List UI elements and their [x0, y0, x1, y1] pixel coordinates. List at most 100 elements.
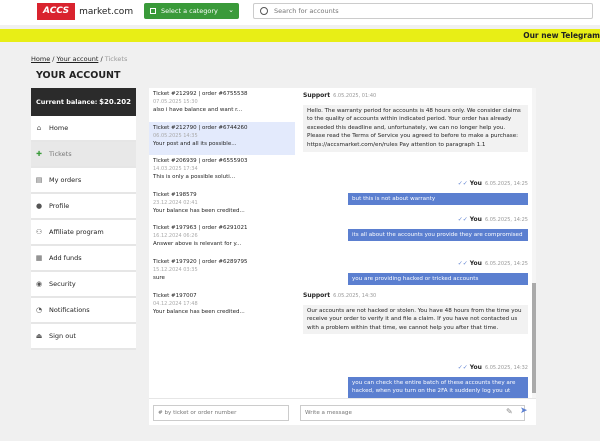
- sidebar-item-label: Home: [49, 124, 69, 132]
- message-time: 6.05.2025, 14:32: [484, 365, 528, 371]
- message-text: you are providing hacked or tricked acco…: [348, 272, 528, 286]
- breadcrumb: Home / Your account / Tickets: [31, 55, 128, 63]
- breadcrumb-account[interactable]: Your account: [57, 55, 99, 63]
- message-time: 6.05.2025, 14:25: [484, 261, 528, 267]
- sidebar-item-profile[interactable]: ● Profile: [31, 194, 136, 220]
- ticket-title: Ticket #212790 | order #6744260: [153, 124, 248, 131]
- ticket-date: 04.12.2024 17:48: [153, 300, 198, 307]
- ticket-date: 16.12.2024 06:26: [153, 233, 198, 240]
- message-text: Hello. The warranty period for accounts …: [303, 104, 528, 152]
- category-button[interactable]: Select a category ⌄: [144, 3, 239, 19]
- tickets-panel: Ticket #212992 | order #6755538 07.05.202…: [149, 88, 536, 425]
- announcement-ticker[interactable]: Our new Telegram: [0, 29, 600, 42]
- search-box[interactable]: [253, 3, 593, 19]
- breadcrumb-current: Tickets: [104, 55, 128, 63]
- ticket-preview: also i have balance and want r...: [153, 107, 243, 113]
- ticket-item[interactable]: Ticket #197007 04.12.2024 17:48 Your balan…: [149, 290, 295, 324]
- ticket-preview: sure: [153, 274, 165, 281]
- sidebar-item-my-orders[interactable]: ▤ My orders: [31, 168, 136, 194]
- sidebar-item-home[interactable]: ⌂ Home: [31, 116, 136, 142]
- ticket-search-input[interactable]: [153, 405, 289, 421]
- sender-name: You: [469, 180, 482, 187]
- message-header: ✓✓ You 6.05.2025, 14:25: [348, 180, 528, 189]
- balance-label: Current balance:: [36, 98, 98, 106]
- ticket-preview: This is only a possible soluti...: [153, 174, 236, 181]
- breadcrumb-home[interactable]: Home: [31, 55, 50, 63]
- message-text: Our accounts are not hacked or stolen. Y…: [303, 304, 528, 335]
- sidebar-item-affiliate-program[interactable]: ⚇ Affiliate program: [31, 220, 136, 246]
- read-check-icon: ✓✓: [457, 260, 468, 267]
- ticket-item[interactable]: Ticket #206939 | order #6555903 14.03.202…: [149, 155, 295, 189]
- sidebar-item-notifications[interactable]: ◔ Notifications: [31, 298, 136, 324]
- ticket-item[interactable]: Ticket #197963 | order #6291021 16.12.202…: [149, 222, 295, 256]
- balance-value: $20.202: [99, 98, 131, 106]
- ticket-icon: ✚: [36, 150, 42, 158]
- sidebar-item-tickets[interactable]: ✚ Tickets: [31, 142, 136, 168]
- home-icon: ⌂: [36, 124, 42, 132]
- ticket-title: Ticket #197007: [153, 292, 197, 299]
- funds-icon: ▦: [35, 254, 43, 262]
- chat-scrollbar[interactable]: [532, 88, 536, 398]
- ticket-date: 07.05.2025 15:30: [153, 99, 198, 105]
- user-message: ✓✓ You 6.05.2025, 14:25 its all about the …: [348, 216, 528, 242]
- ticket-item[interactable]: Ticket #198579 23.12.2024 02:41 Your balan…: [149, 189, 295, 223]
- support-message: Support 6.05.2025, 01:40 Hello. The warran…: [303, 92, 528, 152]
- chat-thread: Support 6.05.2025, 01:40 Hello. The warran…: [295, 88, 536, 398]
- grid-icon: [150, 8, 156, 14]
- message-header: ✓✓ You 6.05.2025, 14:32: [348, 364, 528, 373]
- security-icon: ◉: [35, 280, 43, 288]
- sidebar: Current balance: $20.202 ⌂ Home ✚ Tickets ▤ M…: [31, 88, 136, 350]
- user-message: ✓✓ You 6.05.2025, 14:32 you can check the …: [348, 364, 528, 398]
- ticket-title: Ticket #197920 | order #6289795: [153, 258, 248, 265]
- message-text: you can check the entire batch of these …: [348, 376, 528, 398]
- sender-name: You: [469, 364, 482, 371]
- sidebar-item-label: Security: [49, 280, 76, 288]
- sender-name: You: [469, 216, 482, 223]
- ticket-item[interactable]: Ticket #197920 | order #6289795 15.12.202…: [149, 256, 295, 290]
- category-label: Select a category: [161, 7, 218, 15]
- user-message: ✓✓ You 6.05.2025, 14:25 but this is not ab…: [348, 180, 528, 206]
- sidebar-item-label: My orders: [49, 176, 82, 184]
- message-input[interactable]: [300, 405, 525, 421]
- bell-icon: ◔: [35, 306, 43, 314]
- ticket-date: 06.05.2025 14:35: [153, 132, 198, 139]
- paperclip-icon[interactable]: ✎: [506, 407, 513, 416]
- ticket-preview: Your balance has been credited...: [153, 308, 245, 315]
- orders-icon: ▤: [35, 176, 43, 184]
- ticket-item[interactable]: Ticket #212992 | order #6755538 07.05.202…: [149, 88, 295, 122]
- sender-name: You: [469, 260, 482, 267]
- ticket-list: Ticket #212992 | order #6755538 07.05.202…: [149, 88, 295, 398]
- ticket-title: Ticket #212992 | order #6755538: [153, 91, 248, 97]
- sender-name: Support: [303, 292, 331, 299]
- sidebar-item-sign-out[interactable]: ⏏ Sign out: [31, 324, 136, 350]
- ticket-date: 14.03.2025 17:34: [153, 166, 198, 173]
- bottom-bar: ✎ ➤: [149, 398, 536, 425]
- sidebar-item-label: Add funds: [49, 254, 82, 262]
- page-title: YOUR ACCOUNT: [36, 70, 121, 81]
- balance-panel: Current balance: $20.202: [31, 88, 136, 116]
- message-header: ✓✓ You 6.05.2025, 14:25: [348, 216, 528, 225]
- sender-name: Support: [303, 92, 331, 99]
- ticket-title: Ticket #198579: [153, 191, 197, 198]
- sidebar-item-add-funds[interactable]: ▦ Add funds: [31, 246, 136, 272]
- sidebar-item-label: Notifications: [49, 306, 90, 314]
- message-time: 6.05.2025, 14:30: [333, 293, 377, 299]
- message-time: 6.05.2025, 01:40: [333, 93, 377, 99]
- support-message: Support 6.05.2025, 14:30 Our accounts are …: [303, 292, 528, 335]
- sidebar-item-label: Tickets: [49, 150, 72, 158]
- sidebar-item-label: Affiliate program: [49, 228, 104, 236]
- message-text: but this is not about warranty: [348, 192, 528, 206]
- send-icon[interactable]: ➤: [520, 406, 528, 416]
- ticket-title: Ticket #197963 | order #6291021: [153, 225, 248, 232]
- sidebar-item-security[interactable]: ◉ Security: [31, 272, 136, 298]
- ticket-date: 23.12.2024 02:41: [153, 199, 198, 206]
- logo[interactable]: ACCS market.com: [37, 3, 133, 20]
- user-message: ✓✓ You 6.05.2025, 14:25 you are providing …: [348, 260, 528, 286]
- scrollbar-thumb[interactable]: [532, 283, 536, 393]
- search-input[interactable]: [274, 7, 574, 15]
- chevron-down-icon: ⌄: [228, 6, 234, 14]
- ticket-preview: Your post and all its possible...: [153, 140, 237, 147]
- ticket-date: 15.12.2024 03:35: [153, 266, 198, 273]
- ticket-item[interactable]: Ticket #212790 | order #6744260 06.05.202…: [149, 121, 295, 156]
- message-time: 6.05.2025, 14:25: [484, 217, 528, 223]
